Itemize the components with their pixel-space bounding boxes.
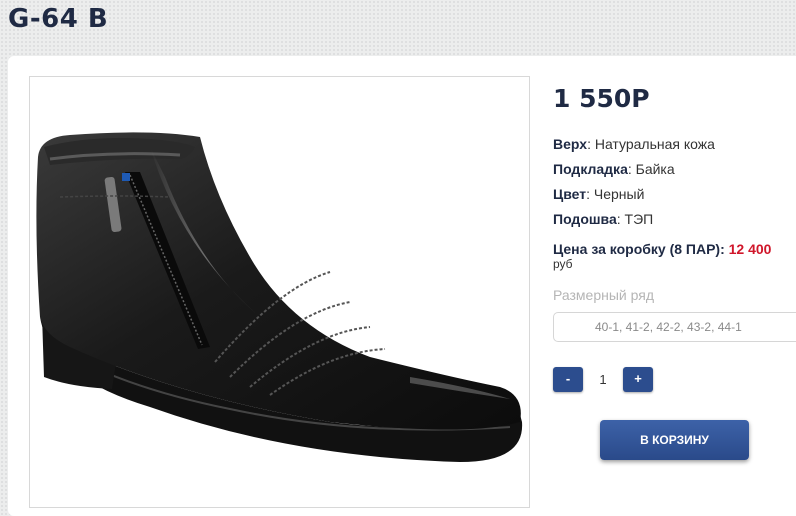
quantity-increase-button[interactable]: + — [623, 367, 653, 392]
spec-value: : Черный — [586, 186, 645, 202]
quantity-input[interactable]: 1 — [583, 367, 623, 392]
spec-label: Цвет — [553, 186, 587, 202]
spec-value: : Байка — [627, 161, 675, 177]
size-range-field[interactable]: 40-1, 41-2, 42-2, 43-2, 44-1 — [553, 312, 796, 342]
box-price-unit: руб — [553, 257, 573, 271]
page-title: G-64 B — [8, 4, 109, 34]
box-price-value: 12 400 — [728, 241, 772, 257]
product-price: 1 550Р — [553, 84, 650, 113]
spec-value: : ТЭП — [616, 211, 654, 227]
product-image[interactable] — [29, 76, 530, 508]
spec-value: : Натуральная кожа — [587, 136, 715, 152]
size-range-label: Размерный ряд — [553, 287, 655, 303]
spec-lining: Подкладка: Байка — [553, 161, 675, 177]
spec-label: Подошва — [553, 211, 617, 227]
box-price: Цена за коробку (8 ПАР): 12 400 — [553, 241, 771, 257]
boot-illustration — [36, 132, 523, 462]
spec-color: Цвет: Черный — [553, 186, 644, 202]
spec-label: Подкладка — [553, 161, 628, 177]
spec-label: Верх — [553, 136, 588, 152]
spec-sole: Подошва: ТЭП — [553, 211, 653, 227]
add-to-cart-button[interactable]: В КОРЗИНУ — [600, 420, 749, 460]
box-price-label: Цена за коробку (8 ПАР): — [553, 241, 725, 257]
spec-upper: Верх: Натуральная кожа — [553, 136, 715, 152]
quantity-decrease-button[interactable]: - — [553, 367, 583, 392]
